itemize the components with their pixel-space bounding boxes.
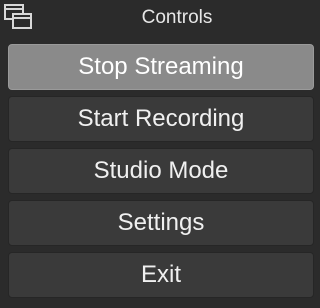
dock-title: Controls xyxy=(141,7,213,28)
start-recording-button[interactable]: Start Recording xyxy=(8,96,314,142)
studio-mode-button[interactable]: Studio Mode xyxy=(8,148,314,194)
settings-button[interactable]: Settings xyxy=(8,200,314,246)
dock-titlebar: Controls xyxy=(0,0,320,36)
stop-streaming-button[interactable]: Stop Streaming xyxy=(8,44,314,90)
controls-dock: Controls Stop Streaming Start Recording … xyxy=(0,0,320,308)
exit-button[interactable]: Exit xyxy=(8,252,314,298)
